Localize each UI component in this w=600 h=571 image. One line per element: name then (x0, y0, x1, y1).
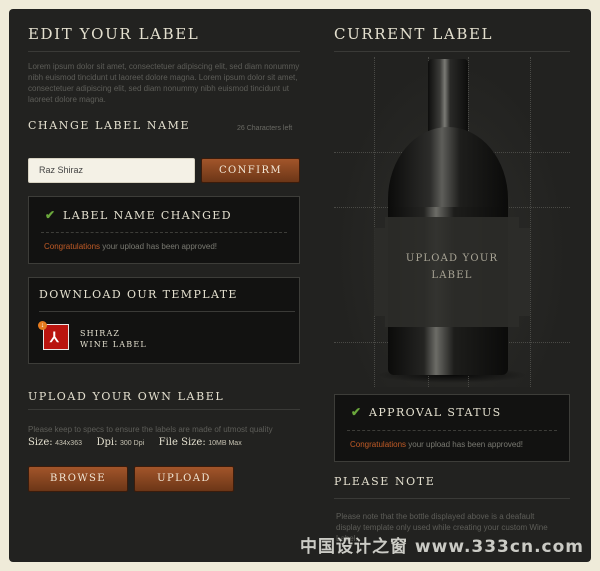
bottle-shoulder (388, 127, 508, 217)
label-placeholder-text: UPLOAD YOUR LABEL (374, 250, 530, 284)
download-template-title: DOWNLOAD OUR TEMPLATE (39, 288, 238, 301)
label-changed-title: LABEL NAME CHANGED (63, 209, 232, 222)
download-template-box: DOWNLOAD OUR TEMPLATE ⅄ ↓ SHIRAZ WINE LA… (28, 277, 300, 364)
label-line1: UPLOAD YOUR (405, 253, 499, 264)
label-line2: LABEL (431, 270, 473, 281)
download-icon: ↓ (38, 321, 47, 330)
file-name-line2: WINE LABEL (80, 340, 147, 349)
upload-specs: Size: 434x363 Dpi: 300 Dpi File Size: 10… (28, 437, 254, 448)
acrobat-icon: ⅄ (50, 329, 59, 345)
main-panel: EDIT YOUR LABEL Lorem ipsum dolor sit am… (9, 9, 591, 562)
confirm-button[interactable]: CONFIRM (201, 158, 300, 183)
guide-line (530, 57, 531, 387)
change-label-title: CHANGE LABEL NAME (28, 119, 191, 132)
label-changed-box: ✔ LABEL NAME CHANGED Congratulations you… (28, 196, 300, 264)
divider (334, 498, 570, 499)
size-label: Size: (28, 437, 53, 448)
please-note-title: PLEASE NOTE (334, 475, 436, 488)
divider (334, 51, 570, 52)
divider (39, 311, 295, 312)
divider (347, 430, 557, 431)
pdf-icon[interactable]: ⅄ (43, 324, 69, 350)
edit-label-title: EDIT YOUR LABEL (28, 25, 200, 43)
specs-note: Please keep to specs to ensure the label… (28, 425, 273, 434)
approval-message: Congratulations your upload has been app… (44, 242, 217, 251)
intro-text: Lorem ipsum dolor sit amet, consectetuer… (28, 62, 300, 104)
check-icon: ✔ (351, 405, 362, 419)
message-text: your upload has been approved! (100, 242, 218, 251)
watermark: 中国设计之窗 www.333cn.com (300, 537, 584, 557)
guide-line (374, 57, 375, 387)
dpi-label: Dpi: (96, 437, 118, 448)
label-name-input[interactable]: Raz Shiraz (28, 158, 195, 183)
bottle-preview: UPLOAD YOUR LABEL (334, 57, 570, 387)
congratulations-text: Congratulations (44, 242, 101, 251)
upload-button[interactable]: UPLOAD (134, 466, 234, 492)
upload-label-title: UPLOAD YOUR OWN LABEL (28, 390, 225, 403)
divider (41, 232, 287, 233)
current-label-title: CURRENT LABEL (334, 25, 494, 43)
characters-left-counter: 26 Characters left (237, 125, 293, 132)
size-value: 434x363 (55, 440, 82, 447)
divider (28, 409, 300, 410)
file-size-label: File Size: (158, 437, 206, 448)
congratulations-text: Congratulations (350, 440, 407, 449)
file-name-line1: SHIRAZ (80, 329, 121, 338)
file-size-value: 10MB Max (208, 440, 242, 447)
check-icon: ✔ (45, 208, 56, 222)
browse-button[interactable]: BROWSE (28, 466, 128, 492)
approval-message: Congratulations your upload has been app… (350, 440, 523, 449)
divider (28, 51, 300, 52)
template-file-link[interactable]: SHIRAZ WINE LABEL (80, 328, 147, 350)
approval-status-title: APPROVAL STATUS (369, 406, 502, 419)
approval-status-box: ✔ APPROVAL STATUS Congratulations your u… (334, 394, 570, 462)
dpi-value: 300 Dpi (120, 440, 145, 447)
message-text: your upload has been approved! (406, 440, 524, 449)
